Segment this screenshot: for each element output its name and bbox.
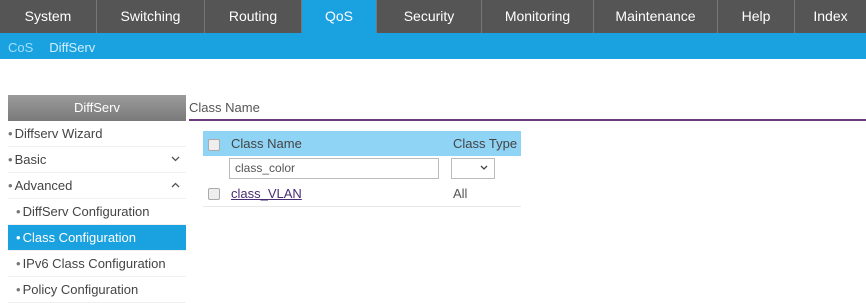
sub-navigation: CoS DiffServ	[0, 35, 866, 59]
chevron-down-icon	[171, 147, 180, 173]
class-name-cell: class_VLAN	[225, 181, 447, 207]
tab-switching[interactable]: Switching	[97, 0, 205, 33]
sidebar-item-label: Policy Configuration	[22, 282, 139, 297]
bullet-icon: •	[8, 178, 13, 193]
sidebar-title: DiffServ	[8, 95, 186, 121]
sidebar-item-policy-configuration[interactable]: • Policy Configuration	[8, 277, 186, 303]
sidebar-item-ipv6-class-configuration[interactable]: • IPv6 Class Configuration	[8, 251, 186, 277]
select-all-cell	[203, 131, 225, 156]
tab-qos[interactable]: QoS	[302, 0, 377, 33]
sidebar-item-label: Basic	[14, 152, 47, 167]
tab-system[interactable]: System	[0, 0, 97, 33]
sidebar-item-label: Diffserv Wizard	[14, 126, 103, 141]
page-title: Class Name	[189, 95, 866, 121]
bullet-icon: •	[8, 152, 13, 167]
class-type-select-cell	[447, 156, 521, 181]
sidebar-item-label: DiffServ Configuration	[22, 204, 150, 219]
main-content: Class Name Class Name Class Type class_c…	[189, 95, 866, 207]
bullet-icon: •	[16, 204, 21, 219]
row-checkbox[interactable]	[208, 188, 220, 201]
bullet-icon: •	[16, 256, 21, 271]
top-navigation: System Switching Routing QoS Security Mo…	[0, 0, 866, 35]
sidebar-item-label: Advanced	[14, 178, 73, 193]
sidebar-item-label: IPv6 Class Configuration	[22, 256, 166, 271]
table-header-row: Class Name Class Type	[203, 131, 521, 156]
tab-monitoring[interactable]: Monitoring	[482, 0, 594, 33]
class-name-input[interactable]: class_color	[229, 158, 439, 179]
col-header-class-name: Class Name	[225, 131, 447, 156]
tab-help[interactable]: Help	[718, 0, 795, 33]
class-name-link[interactable]: class_VLAN	[231, 186, 302, 201]
chevron-down-icon	[480, 165, 488, 170]
row-checkbox-cell	[203, 181, 225, 207]
sidebar-item-diffserv-wizard[interactable]: • Diffserv Wizard	[8, 121, 186, 147]
subnav-cos[interactable]: CoS	[8, 40, 33, 55]
class-name-input-cell: class_color	[225, 156, 447, 181]
subnav-diffserv[interactable]: DiffServ	[49, 40, 95, 55]
sidebar-item-class-configuration[interactable]: • Class Configuration	[8, 225, 186, 251]
class-table: Class Name Class Type class_color class_…	[203, 131, 521, 207]
bullet-icon: •	[16, 282, 21, 297]
bullet-icon: •	[16, 230, 21, 245]
sidebar: DiffServ • Diffserv Wizard • Basic • Advanc…	[8, 95, 186, 303]
sidebar-item-advanced[interactable]: • Advanced	[8, 173, 186, 199]
tab-maintenance[interactable]: Maintenance	[594, 0, 718, 33]
chevron-up-icon	[171, 173, 180, 199]
table-input-row: class_color	[203, 156, 521, 181]
class-type-select[interactable]	[451, 158, 495, 179]
class-type-cell: All	[447, 181, 521, 207]
table-row: class_VLAN All	[203, 181, 521, 207]
select-all-checkbox[interactable]	[208, 138, 220, 151]
page-title-text: Class Name	[189, 100, 260, 115]
tab-routing[interactable]: Routing	[205, 0, 302, 33]
tab-security[interactable]: Security	[377, 0, 482, 33]
sidebar-item-diffserv-configuration[interactable]: • DiffServ Configuration	[8, 199, 186, 225]
col-header-class-type: Class Type	[447, 131, 521, 156]
input-row-spacer	[203, 156, 225, 181]
tab-index[interactable]: Index	[795, 0, 866, 33]
sidebar-item-label: Class Configuration	[22, 230, 137, 245]
bullet-icon: •	[8, 126, 13, 141]
sidebar-item-basic[interactable]: • Basic	[8, 147, 186, 173]
